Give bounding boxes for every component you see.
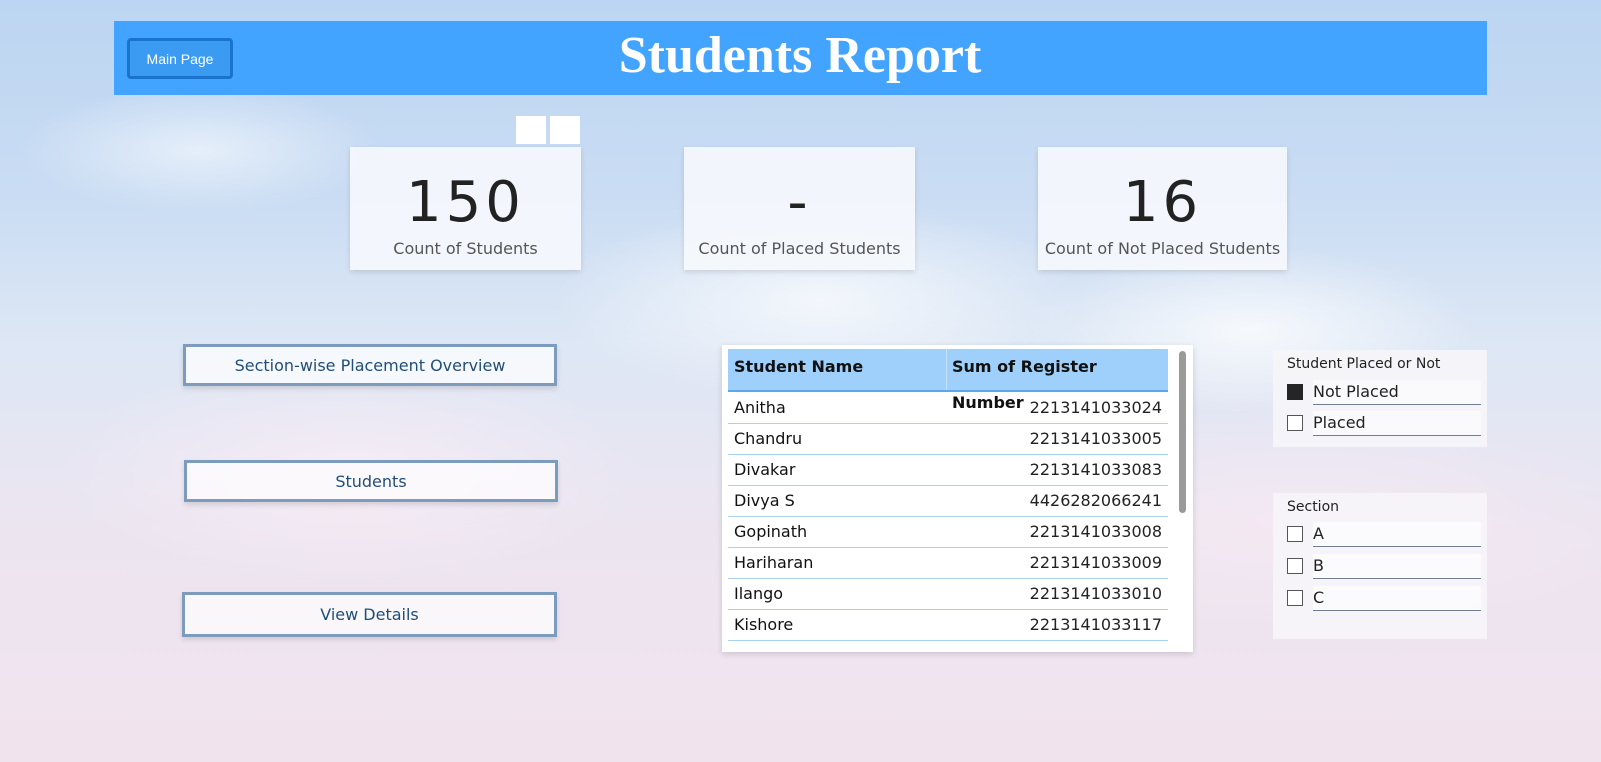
cell-register-number: 2213141033005 (1029, 429, 1162, 448)
table-row[interactable]: Chandru 2213141033005 (728, 423, 1168, 455)
table-row[interactable]: Divakar 2213141033083 (728, 454, 1168, 486)
page-title: Students Report (618, 27, 982, 84)
cell-student-name: Divya S (734, 491, 795, 510)
checkbox-icon[interactable] (1287, 526, 1303, 542)
cell-student-name: Ilango (734, 584, 784, 603)
cell-register-number: 2213141033010 (1029, 584, 1162, 603)
checkbox-icon[interactable] (1287, 590, 1303, 606)
students-table: Student Name Sum of Register Number Anit… (722, 345, 1193, 652)
cell-student-name: Gopinath (734, 522, 808, 541)
table-header: Student Name Sum of Register Number (728, 349, 1168, 412)
cell-register-number: 2213141033008 (1029, 522, 1162, 541)
main-page-button[interactable]: Main Page (127, 38, 233, 79)
checkbox-icon[interactable] (1287, 558, 1303, 574)
table-row[interactable]: Divya S 4426282066241 (728, 485, 1168, 517)
focus-mode-icon[interactable] (516, 116, 546, 144)
slicer-title: Student Placed or Not (1287, 356, 1441, 372)
slicer-option-label: C (1313, 586, 1481, 611)
table-row[interactable]: Gopinath 2213141033008 (728, 516, 1168, 548)
slicer-option-label: B (1313, 554, 1481, 579)
placed-slicer: Student Placed or Not Not Placed Placed (1273, 350, 1487, 447)
view-details-button[interactable]: View Details (182, 592, 557, 637)
cell-register-number: 2213141033009 (1029, 553, 1162, 572)
slicer-option-a[interactable]: A (1287, 522, 1482, 548)
column-header-student-name[interactable]: Student Name (734, 349, 944, 390)
slicer-option-label: Placed (1313, 411, 1481, 436)
slicer-option-not-placed[interactable]: Not Placed (1287, 380, 1482, 406)
cell-register-number: 2213141033024 (1029, 398, 1162, 417)
more-options-icon[interactable] (550, 116, 580, 144)
kpi-value: - (787, 170, 812, 235)
table-row[interactable]: Anitha 2213141033024 (728, 392, 1168, 424)
checkbox-checked-icon[interactable] (1287, 384, 1303, 400)
kpi-card-students: 150 Count of Students (350, 147, 581, 270)
table-row[interactable]: Kishore 2213141033117 (728, 609, 1168, 641)
slicer-option-label: Not Placed (1313, 380, 1481, 405)
table-scrollbar[interactable] (1179, 351, 1186, 513)
cell-register-number: 2213141033117 (1029, 615, 1162, 634)
section-overview-button[interactable]: Section-wise Placement Overview (183, 344, 557, 386)
cell-register-number: 4426282066241 (1029, 491, 1162, 510)
kpi-value: 16 (1122, 170, 1203, 235)
kpi-card-placed: - Count of Placed Students (684, 147, 915, 270)
cell-student-name: Chandru (734, 429, 803, 448)
cell-student-name: Kishore (734, 615, 794, 634)
kpi-label: Count of Students (393, 239, 538, 258)
checkbox-icon[interactable] (1287, 415, 1303, 431)
kpi-label: Count of Placed Students (698, 239, 901, 258)
kpi-card-not-placed: 16 Count of Not Placed Students (1038, 147, 1287, 270)
slicer-option-b[interactable]: B (1287, 554, 1482, 580)
cell-student-name: Divakar (734, 460, 796, 479)
slicer-option-label: A (1313, 522, 1481, 547)
kpi-value: 150 (406, 170, 525, 235)
slicer-option-c[interactable]: C (1287, 586, 1482, 612)
table-row[interactable]: Hariharan 2213141033009 (728, 547, 1168, 579)
students-button[interactable]: Students (184, 460, 558, 502)
column-header-register-number[interactable]: Sum of Register Number (952, 349, 1162, 412)
table-row[interactable]: Ilango 2213141033010 (728, 578, 1168, 610)
section-slicer: Section A B C (1273, 493, 1487, 639)
slicer-title: Section (1287, 499, 1340, 515)
cell-student-name: Hariharan (734, 553, 814, 572)
cell-student-name: Anitha (734, 398, 786, 417)
column-divider (946, 349, 947, 390)
cell-register-number: 2213141033083 (1029, 460, 1162, 479)
kpi-label: Count of Not Placed Students (1044, 239, 1281, 258)
slicer-option-placed[interactable]: Placed (1287, 411, 1482, 437)
